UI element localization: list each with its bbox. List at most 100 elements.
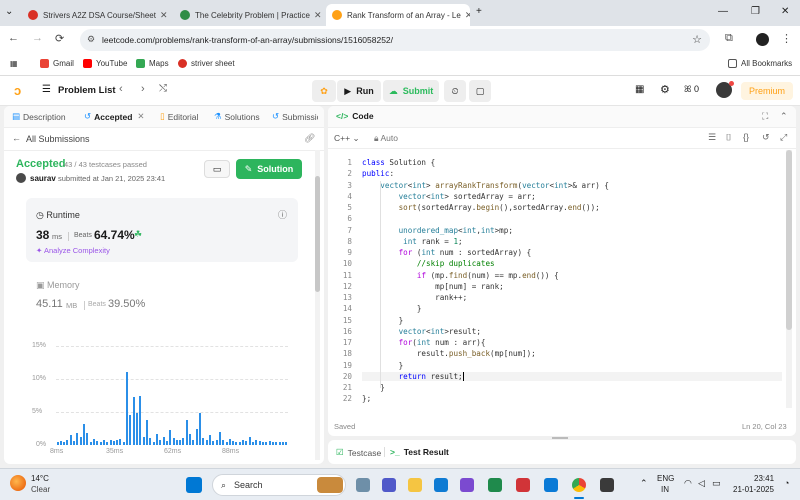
tab-testcase[interactable]: ☑ Testcase [336, 447, 381, 458]
problem-list-link[interactable]: Problem List [58, 85, 116, 96]
profile-avatar[interactable] [756, 33, 769, 46]
app-icon[interactable] [460, 478, 474, 492]
chart-bar[interactable] [235, 441, 238, 445]
extensions-icon[interactable]: ⧉ [725, 32, 733, 45]
runtime-card[interactable]: ◷ Runtime ⓘ 38 ms Beats 64.74% ☘ ✦ Analy… [26, 198, 298, 262]
chart-bar[interactable] [185, 419, 188, 445]
chart-bar[interactable] [142, 437, 145, 445]
notes-button[interactable]: ▢ [469, 80, 491, 102]
chart-bar[interactable] [255, 440, 258, 445]
close-icon[interactable]: ✕ [156, 10, 168, 21]
chart-bar[interactable] [258, 441, 261, 445]
chart-bar[interactable] [271, 441, 274, 445]
tab-leetcode[interactable]: Rank Transform of an Array - Le ✕ [326, 4, 470, 26]
chart-bar[interactable] [129, 415, 132, 445]
chart-bar[interactable] [99, 441, 102, 445]
chart-bar[interactable] [162, 437, 165, 445]
chart-bar[interactable] [112, 441, 115, 445]
volume-icon[interactable]: ◁ [698, 478, 705, 489]
chart-bar[interactable] [155, 434, 158, 445]
window-close-icon[interactable]: ✕ [781, 6, 789, 17]
code-line[interactable]: result.push_back(mp[num]); [362, 349, 536, 358]
chart-bar[interactable] [281, 441, 284, 445]
battery-icon[interactable]: ▭ [712, 478, 721, 489]
bookmark-star-icon[interactable]: ☆ [692, 33, 702, 46]
tab-menu-icon[interactable]: ⌄ [5, 6, 13, 17]
close-icon[interactable]: ✕ [310, 10, 322, 21]
chart-bar[interactable] [212, 441, 215, 445]
fullscreen-icon[interactable]: ⤢ [780, 132, 787, 143]
chart-bar[interactable] [225, 441, 228, 445]
chart-bar[interactable] [238, 442, 241, 445]
code-area[interactable]: 1 class Solution {2 public: 3 vector<int> a… [328, 152, 788, 403]
chart-bar[interactable] [285, 442, 288, 445]
chart-bar[interactable] [73, 441, 76, 445]
chart-bar[interactable] [222, 440, 225, 445]
code-line[interactable]: } [362, 361, 404, 370]
code-line[interactable]: public: [362, 169, 394, 178]
chart-bar[interactable] [79, 437, 82, 445]
chart-bar[interactable] [195, 429, 198, 445]
braces-icon[interactable]: {} [743, 132, 749, 142]
task-view-icon[interactable] [356, 478, 370, 492]
solution-button[interactable]: ✎ Solution [236, 159, 302, 179]
chart-bar[interactable] [63, 441, 66, 445]
chart-bar[interactable] [66, 439, 69, 445]
chart-bar[interactable] [102, 440, 105, 445]
tab-editorial[interactable]: ▯ Editorial [160, 111, 198, 122]
notifications-icon[interactable]: ◔ [784, 478, 789, 488]
chart-bar[interactable] [268, 441, 271, 445]
back-icon[interactable]: ← [8, 32, 19, 44]
chart-bar[interactable] [192, 439, 195, 445]
chart-bar[interactable] [96, 441, 99, 445]
chart-bar[interactable] [208, 435, 211, 445]
format-icon[interactable]: ☰ [708, 132, 716, 143]
chart-bar[interactable] [232, 441, 235, 445]
chart-bar[interactable] [145, 419, 148, 445]
chart-bar[interactable] [83, 423, 85, 445]
bookmark-striver[interactable]: striver sheet [178, 59, 235, 68]
clock-time[interactable]: 23:41 [754, 474, 774, 483]
analyze-complexity-link[interactable]: ✦ Analyze Complexity [36, 246, 110, 255]
collapse-icon[interactable]: ⌃ [780, 111, 788, 122]
chart-bar[interactable] [116, 440, 119, 445]
link-icon[interactable]: 🔗︎ [304, 133, 315, 144]
bookmark-maps[interactable]: Maps [136, 59, 169, 68]
file-explorer-icon[interactable] [408, 478, 422, 492]
chart-bar[interactable] [76, 433, 79, 445]
code-line[interactable]: } [362, 304, 422, 313]
run-button[interactable]: ▶ Run [337, 80, 381, 102]
chart-bar[interactable] [152, 441, 155, 445]
tab-test-result[interactable]: >_ Test Result [390, 447, 449, 457]
chart-bar[interactable] [265, 441, 268, 445]
auto-mode[interactable]: 🔒︎ Auto [374, 133, 398, 144]
reset-icon[interactable]: ↺ [762, 132, 770, 143]
chart-bar[interactable] [179, 439, 182, 445]
avatar[interactable] [16, 173, 26, 183]
forward-icon[interactable]: → [32, 32, 43, 44]
submit-button[interactable]: ☁ Submit [383, 80, 439, 102]
code-line[interactable]: int rank = 1; [362, 237, 462, 246]
tray-chevron-icon[interactable]: ⌃ [640, 478, 648, 489]
chart-bar[interactable] [86, 433, 89, 445]
weather-icon[interactable] [10, 475, 26, 491]
tab-submissions[interactable]: ↺Submissions [272, 111, 318, 122]
windows-start-icon[interactable] [186, 477, 202, 493]
code-line[interactable]: sort(sortedArray.begin(),sortedArray.end… [362, 203, 600, 212]
all-bookmarks[interactable]: All Bookmarks [728, 59, 792, 68]
premium-button[interactable]: Premium [741, 82, 793, 100]
chart-bar[interactable] [92, 439, 95, 445]
code-line[interactable]: return result; [362, 371, 782, 382]
chart-bar[interactable] [149, 438, 152, 445]
chart-bar[interactable] [175, 440, 178, 445]
code-line[interactable]: for (int num : sortedArray) { [362, 248, 532, 257]
url-field[interactable]: ⚙ leetcode.com/problems/rank-transform-o… [80, 29, 710, 51]
reload-icon[interactable]: ⟳ [55, 32, 64, 45]
tab-celebrity[interactable]: The Celebrity Problem | Practice ✕ [174, 4, 324, 26]
language-indicator[interactable]: ENG [657, 474, 674, 483]
chart-bar[interactable] [252, 441, 255, 445]
all-submissions-link[interactable]: All Submissions [26, 134, 90, 144]
code-line[interactable]: } [362, 316, 404, 325]
code-line[interactable]: rank++; [362, 293, 467, 302]
code-line[interactable]: if (mp.find(num) == mp.end()) { [362, 271, 559, 280]
